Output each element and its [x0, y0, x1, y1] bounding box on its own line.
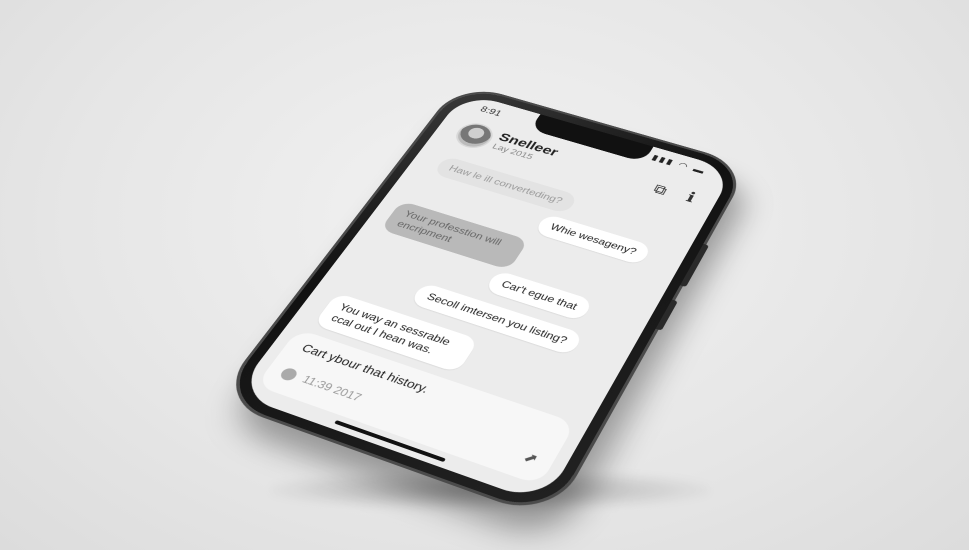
video-icon[interactable]: ⧉ [650, 182, 670, 199]
stage: 8:91 ▮▮▮ ◠ ▬ Snelleer Lay 2015 ⧉ i Haw l… [0, 0, 969, 550]
send-icon[interactable]: ⬈ [521, 449, 541, 468]
attachment-icon[interactable] [278, 366, 300, 383]
info-icon[interactable]: i [683, 188, 699, 205]
status-time: 8:91 [478, 104, 504, 119]
message-bubble: Your professtion will encripment [379, 200, 529, 271]
message-bubble: Whie wesageny? [533, 213, 653, 266]
composer-date: 11:39 2017 [299, 373, 365, 404]
phone: 8:91 ▮▮▮ ◠ ▬ Snelleer Lay 2015 ⧉ i Haw l… [218, 84, 747, 517]
phone-screen: 8:91 ▮▮▮ ◠ ▬ Snelleer Lay 2015 ⧉ i Haw l… [234, 92, 735, 505]
